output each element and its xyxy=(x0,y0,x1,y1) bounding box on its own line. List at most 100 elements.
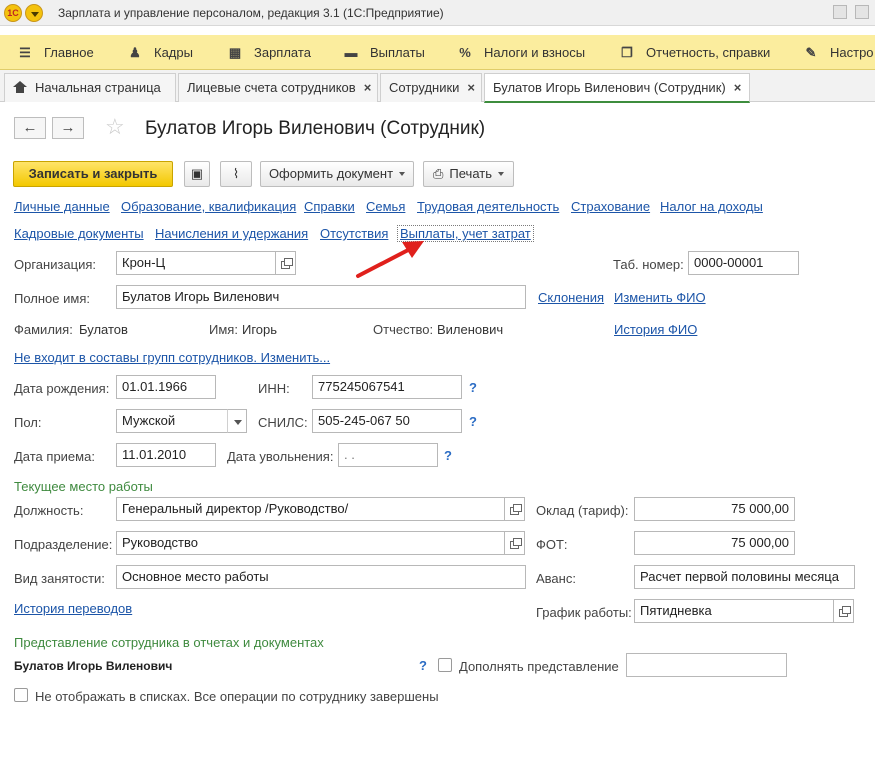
tab-personal-accounts[interactable]: Лицевые счета сотрудников × xyxy=(178,73,378,102)
gender-select[interactable]: Мужской xyxy=(116,409,228,433)
supplement-checkbox[interactable] xyxy=(438,658,452,672)
close-icon[interactable]: × xyxy=(364,80,372,95)
people-icon: ♟ xyxy=(129,45,141,60)
link-personal-data[interactable]: Личные данные xyxy=(14,199,110,214)
link-insurance[interactable]: Страхование xyxy=(571,199,650,214)
fullname-field[interactable]: Булатов Игорь Виленович xyxy=(116,285,526,309)
representation-name: Булатов Игорь Виленович xyxy=(14,659,173,673)
tab-label: Лицевые счета сотрудников xyxy=(187,80,356,95)
open-icon[interactable] xyxy=(834,599,854,623)
back-button[interactable]: ← xyxy=(14,117,46,139)
organization-field[interactable]: Крон-Ц xyxy=(116,251,276,275)
birth-date-field[interactable]: 01.01.1966 xyxy=(116,375,216,399)
open-icon[interactable] xyxy=(276,251,296,275)
close-icon[interactable]: × xyxy=(467,80,475,95)
printer-icon: ⎙ xyxy=(433,166,444,181)
chevron-down-icon xyxy=(498,172,504,176)
workplace-group-title: Текущее место работы xyxy=(14,479,153,494)
link-hr-documents[interactable]: Кадровые документы xyxy=(14,226,144,241)
section-payments[interactable]: ▬ Выплаты xyxy=(342,35,425,70)
name-label: Имя: xyxy=(209,322,238,337)
save-window-icon[interactable] xyxy=(833,5,847,19)
groups-link[interactable]: Не входит в составы групп сотрудников. И… xyxy=(14,350,330,365)
hire-date-field[interactable]: 11.01.2010 xyxy=(116,443,216,467)
position-label: Должность: xyxy=(14,503,84,518)
history-fio-link[interactable]: История ФИО xyxy=(614,322,697,337)
main-menu-dropdown-icon[interactable] xyxy=(25,4,43,22)
favorite-star-icon[interactable]: ☆ xyxy=(105,114,125,140)
help-icon[interactable]: ? xyxy=(419,658,427,673)
tab-label: Сотрудники xyxy=(389,80,460,95)
birth-label: Дата рождения: xyxy=(14,381,110,396)
title-bar: 1С Зарплата и управление персоналом, ред… xyxy=(0,0,875,26)
help-icon[interactable]: ? xyxy=(444,448,452,463)
fire-date-field[interactable]: . . xyxy=(338,443,438,467)
patronymic-label: Отчество: xyxy=(373,322,434,337)
schedule-label: График работы: xyxy=(536,605,632,620)
reports-icon: ❐ xyxy=(621,45,633,60)
link-income-tax[interactable]: Налог на доходы xyxy=(660,199,763,214)
save-and-close-button[interactable]: Записать и закрыть xyxy=(13,161,173,187)
close-icon[interactable]: × xyxy=(734,80,742,95)
attachment-icon[interactable]: ⌇ xyxy=(220,161,252,187)
hide-in-lists-checkbox[interactable] xyxy=(14,688,28,702)
link-certificates[interactable]: Справки xyxy=(304,199,355,214)
surname-value: Булатов xyxy=(79,322,128,337)
link-labor-activity[interactable]: Трудовая деятельность xyxy=(417,199,559,214)
home-icon xyxy=(13,81,27,93)
fire-label: Дата увольнения: xyxy=(227,449,334,464)
help-icon[interactable]: ? xyxy=(469,380,477,395)
fot-label: ФОТ: xyxy=(536,537,568,552)
tab-home[interactable]: Начальная страница xyxy=(4,73,176,102)
advance-field[interactable]: Расчет первой половины месяца xyxy=(634,565,855,589)
schedule-field[interactable]: Пятидневка xyxy=(634,599,834,623)
open-icon[interactable] xyxy=(505,531,525,555)
percent-icon: % xyxy=(459,45,471,60)
fot-field[interactable]: 75 000,00 xyxy=(634,531,795,555)
change-fio-link[interactable]: Изменить ФИО xyxy=(614,290,706,305)
section-reports[interactable]: ❐ Отчетность, справки xyxy=(618,35,770,70)
section-label: Кадры xyxy=(154,45,193,60)
tab-employee-card[interactable]: Булатов Игорь Виленович (Сотрудник) × xyxy=(484,73,750,103)
link-education[interactable]: Образование, квалификация xyxy=(121,199,296,214)
name-value: Игорь xyxy=(242,322,278,337)
chevron-down-icon[interactable] xyxy=(227,409,247,433)
section-main[interactable]: ☰ Главное xyxy=(16,35,94,70)
employment-label: Вид занятости: xyxy=(14,571,105,586)
section-salary[interactable]: ▦ Зарплата xyxy=(226,35,311,70)
open-icon[interactable] xyxy=(505,497,525,521)
supplement-field[interactable] xyxy=(626,653,787,677)
salary-field[interactable]: 75 000,00 xyxy=(634,497,795,521)
window-title: Зарплата и управление персоналом, редакц… xyxy=(58,6,444,20)
position-field[interactable]: Генеральный директор /Руководство/ xyxy=(116,497,505,521)
save-icon[interactable]: ▣ xyxy=(184,161,210,187)
link-accruals[interactable]: Начисления и удержания xyxy=(155,226,308,241)
gender-label: Пол: xyxy=(14,415,42,430)
open-windows-bar: Начальная страница Лицевые счета сотрудн… xyxy=(0,70,875,103)
inn-field[interactable]: 775245067541 xyxy=(312,375,462,399)
supplement-label: Дополнять представление xyxy=(459,659,619,674)
employment-type-field[interactable]: Основное место работы xyxy=(116,565,526,589)
forward-button[interactable]: → xyxy=(52,117,84,139)
declension-link[interactable]: Склонения xyxy=(538,290,604,305)
tab-employees[interactable]: Сотрудники × xyxy=(380,73,482,102)
surname-label: Фамилия: xyxy=(14,322,73,337)
print-button[interactable]: ⎙ Печать xyxy=(423,161,514,187)
app-logo-icon[interactable]: 1С xyxy=(4,4,22,22)
section-settings[interactable]: ✎ Настро xyxy=(802,35,874,70)
help-icon[interactable]: ? xyxy=(469,414,477,429)
patronymic-value: Виленович xyxy=(437,322,504,337)
tab-label: Булатов Игорь Виленович (Сотрудник) xyxy=(493,80,726,95)
snils-field[interactable]: 505-245-067 50 xyxy=(312,409,462,433)
link-family[interactable]: Семья xyxy=(366,199,405,214)
wallet-icon: ▬ xyxy=(344,45,358,60)
sections-panel: ☰ Главное ♟ Кадры ▦ Зарплата ▬ Выплаты % Нало… xyxy=(0,35,875,70)
section-hr[interactable]: ♟ Кадры xyxy=(126,35,193,70)
tab-number-field[interactable]: 0000-00001 xyxy=(688,251,799,275)
create-document-button[interactable]: Оформить документ xyxy=(260,161,414,187)
section-taxes[interactable]: % Налоги и взносы xyxy=(456,35,585,70)
department-field[interactable]: Руководство xyxy=(116,531,505,555)
button-label: Оформить документ xyxy=(268,166,394,181)
window-close-icon[interactable] xyxy=(855,5,869,19)
transfers-history-link[interactable]: История переводов xyxy=(14,601,132,616)
